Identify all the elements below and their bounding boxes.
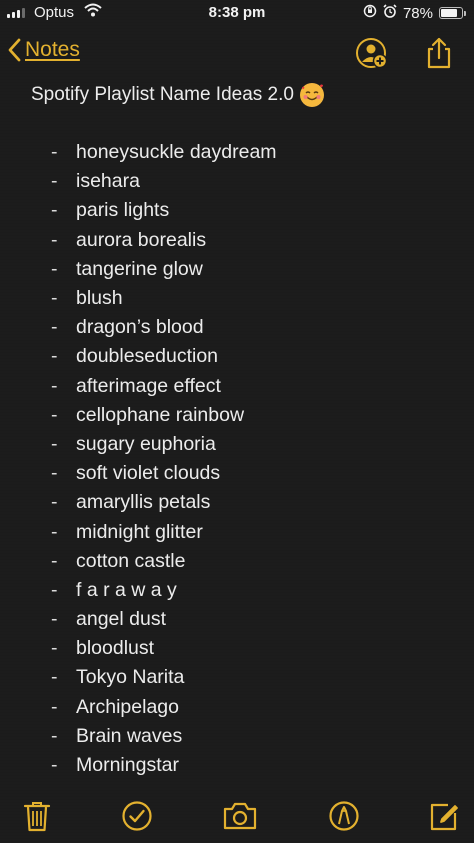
checklist-icon <box>122 801 152 831</box>
list-item-text: paris lights <box>76 199 170 222</box>
list-bullet: - <box>51 345 58 368</box>
list-item-text: sugary euphoria <box>76 432 216 455</box>
list-item-text: midnight glitter <box>76 520 203 543</box>
camera-button[interactable] <box>220 796 260 836</box>
list-bullet: - <box>51 228 58 251</box>
back-button-label: Notes <box>25 38 80 61</box>
list-item: - paris lights <box>31 196 462 225</box>
back-button[interactable]: Notes <box>8 38 80 62</box>
list-bullet: - <box>51 520 58 543</box>
list-bullet: - <box>51 199 58 222</box>
list-bullet: - <box>51 608 58 631</box>
list-item: - afterimage effect <box>31 372 462 401</box>
list-bullet: - <box>51 432 58 455</box>
battery-icon <box>439 7 466 19</box>
list-item: - isehara <box>31 167 462 196</box>
list-item: - honeysuckle daydream <box>31 138 462 167</box>
playlist-name-list: - honeysuckle daydream - isehara - paris ligh… <box>31 138 462 780</box>
list-item-text: blush <box>76 287 123 310</box>
list-item: -f a r a w a y <box>31 576 462 605</box>
list-item: - angel dust <box>31 605 462 634</box>
list-item-text: f a r a w a y <box>76 578 177 601</box>
delete-button[interactable] <box>17 796 57 836</box>
list-bullet: - <box>51 257 58 280</box>
list-item-text: soft violet clouds <box>76 462 221 485</box>
list-item-text: doubleseduction <box>76 345 219 368</box>
list-item: - sugary euphoria <box>31 430 462 459</box>
list-bullet: - <box>51 666 58 689</box>
list-bullet: - <box>51 316 58 339</box>
share-icon <box>427 37 451 69</box>
list-item: - tangerine glow <box>31 255 462 284</box>
list-item: - doubleseduction <box>31 342 462 371</box>
list-bullet: - <box>51 403 58 426</box>
list-item-text: Tokyo Narita <box>76 666 185 689</box>
bottom-toolbar <box>0 785 474 843</box>
list-bullet: - <box>51 491 58 514</box>
chevron-left-icon <box>8 38 21 62</box>
note-body[interactable]: Spotify Playlist Name Ideas 2.0 - honeysu… <box>31 80 462 780</box>
list-bullet: - <box>51 695 58 718</box>
list-item-text: Archipelago <box>76 695 179 718</box>
compose-icon <box>430 803 458 831</box>
list-item-text: aurora borealis <box>76 228 207 251</box>
list-bullet: - <box>51 754 58 777</box>
list-item-text: afterimage effect <box>76 374 221 397</box>
list-item-text: honeysuckle daydream <box>76 141 277 164</box>
list-item: - blush <box>31 284 462 313</box>
battery-percent: 78% <box>402 4 433 22</box>
share-button[interactable] <box>422 36 456 70</box>
checklist-button[interactable] <box>117 796 157 836</box>
list-bullet: - <box>51 724 58 747</box>
list-item-text: isehara <box>76 170 140 193</box>
list-item-text: amaryllis petals <box>76 491 211 514</box>
add-person-icon <box>356 38 388 69</box>
list-bullet: - <box>51 141 58 164</box>
list-bullet: - <box>51 170 58 193</box>
list-item: - soft violet clouds <box>31 459 462 488</box>
markup-button[interactable] <box>324 796 364 836</box>
status-bar: Optus 8:38 pm 78% <box>0 0 474 28</box>
list-bullet: - <box>51 578 58 601</box>
compose-button[interactable] <box>424 796 464 836</box>
list-item-text: bloodlust <box>76 637 155 660</box>
list-item-text: cotton castle <box>76 549 186 572</box>
list-item: - cellophane rainbow <box>31 401 462 430</box>
list-item: - Brain waves <box>31 722 462 751</box>
trash-icon <box>23 802 51 832</box>
list-item: - Archipelago <box>31 693 462 722</box>
list-item-text: dragon’s blood <box>76 316 204 339</box>
list-item: - dragon’s blood <box>31 313 462 342</box>
list-item-text: Morningstar <box>76 754 179 777</box>
list-item-text: Brain waves <box>76 724 183 747</box>
note-title-text: Spotify Playlist Name Ideas 2.0 <box>31 84 294 105</box>
screen-rotation-lock-icon <box>363 4 377 22</box>
list-item: - Tokyo Narita <box>31 663 462 692</box>
list-item: - aurora borealis <box>31 226 462 255</box>
add-person-button[interactable] <box>354 36 388 70</box>
list-bullet: - <box>51 287 58 310</box>
list-item-text: tangerine glow <box>76 257 203 280</box>
list-item: - Morningstar <box>31 751 462 780</box>
list-item-text: angel dust <box>76 608 166 631</box>
list-bullet: - <box>51 637 58 660</box>
list-item: - cotton castle <box>31 547 462 576</box>
list-bullet: - <box>51 462 58 485</box>
notes-screen: Optus 8:38 pm 78% Notes Spotify Playlist… <box>0 0 474 843</box>
list-item: - amaryllis petals <box>31 488 462 517</box>
list-bullet: - <box>51 374 58 397</box>
list-item: - bloodlust <box>31 634 462 663</box>
navigation-bar: Notes <box>0 30 474 76</box>
list-item-text: cellophane rainbow <box>76 403 245 426</box>
smiling-face-with-hearts-icon <box>299 83 324 107</box>
alarm-icon <box>383 4 397 22</box>
markup-icon <box>329 801 359 831</box>
list-item: - midnight glitter <box>31 517 462 546</box>
camera-icon <box>223 802 257 830</box>
note-title: Spotify Playlist Name Ideas 2.0 <box>31 80 462 110</box>
list-bullet: - <box>51 549 58 572</box>
